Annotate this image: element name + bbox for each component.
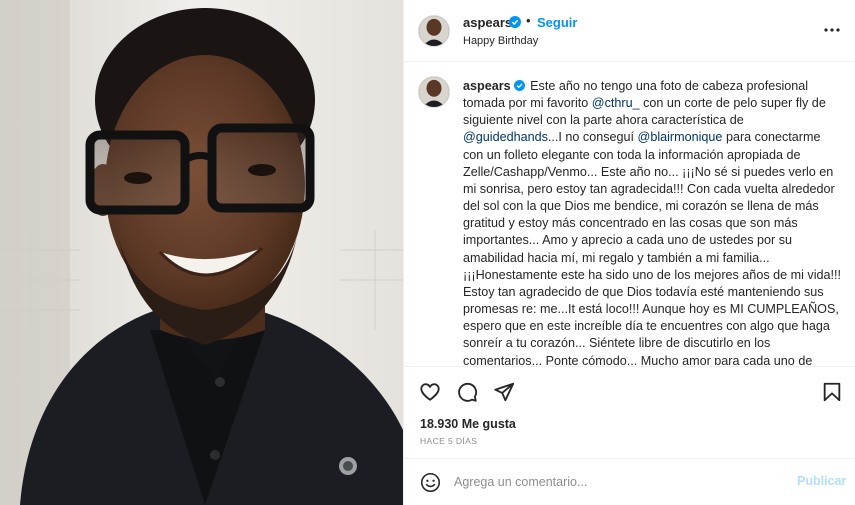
caption-username[interactable]: aspears [463, 79, 511, 93]
post-caption: aspears Este año no tengo una foto de ca… [404, 62, 855, 365]
verified-badge-icon [513, 80, 525, 91]
post-timestamp[interactable]: HACE 5 DÍAS [420, 436, 477, 446]
post-username[interactable]: aspears [463, 15, 512, 30]
post-photo[interactable] [0, 0, 403, 505]
avatar[interactable] [418, 15, 450, 47]
mention-link[interactable]: @blairmonique [638, 130, 723, 144]
mention-link[interactable]: @guidedhands [463, 130, 548, 144]
action-bar [404, 366, 855, 416]
caption-avatar[interactable] [418, 76, 450, 108]
post-subtitle: Happy Birthday [463, 35, 539, 47]
likes-count[interactable]: 18.930 Me gusta [420, 417, 516, 431]
caption-text: aspears Este año no tengo una foto de ca… [463, 78, 843, 365]
post-details-panel: aspears • Seguir Happy Birthday aspears … [403, 0, 855, 505]
heart-icon[interactable] [419, 381, 441, 403]
portrait-image [0, 0, 403, 505]
mention-link[interactable]: @cthru_ [592, 96, 640, 110]
verified-badge-icon [509, 16, 521, 28]
caption-body: ...I no conseguí [547, 130, 638, 145]
more-options-icon[interactable] [822, 20, 842, 40]
follow-button[interactable]: Seguir [537, 15, 577, 30]
post-header: aspears • Seguir Happy Birthday [404, 0, 855, 62]
share-icon[interactable] [493, 381, 515, 403]
caption-body: para conectarme con un folleto elegante … [463, 130, 842, 365]
publish-button[interactable]: Publicar [797, 474, 846, 488]
emoji-icon[interactable] [420, 472, 441, 493]
bookmark-icon[interactable] [821, 381, 843, 403]
avatar-image [419, 16, 449, 46]
comment-icon[interactable] [456, 381, 478, 403]
avatar-image [419, 77, 449, 107]
comment-bar: Publicar [404, 458, 855, 505]
comment-input[interactable] [454, 471, 784, 493]
separator-dot: • [526, 13, 531, 28]
